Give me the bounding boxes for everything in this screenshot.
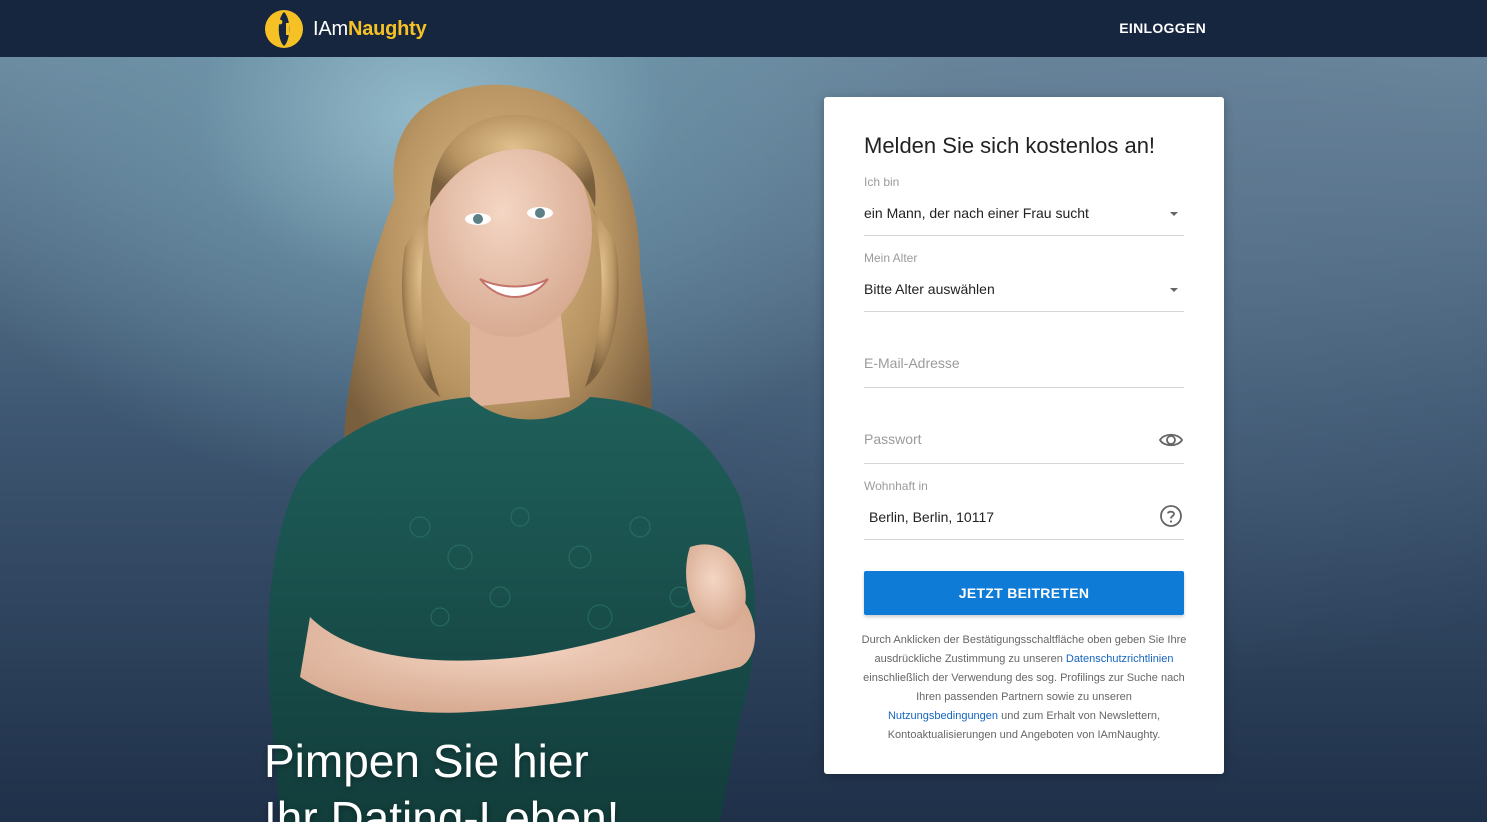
signup-title: Melden Sie sich kostenlos an!	[864, 133, 1156, 158]
hero-photo	[268, 84, 755, 822]
privacy-policy-link[interactable]: Datenschutzrichtlinien	[1066, 653, 1174, 665]
legal-text-2: einschließlich der Verwendung des sog. P…	[863, 672, 1185, 703]
password-placeholder[interactable]: Passwort	[864, 431, 922, 447]
help-circle-icon[interactable]	[1158, 503, 1184, 529]
age-value[interactable]: Bitte Alter auswählen	[864, 281, 995, 297]
gender-label: Ich bin	[864, 175, 900, 189]
eye-icon[interactable]	[1158, 427, 1184, 453]
join-button[interactable]: JETZT BEITRETEN	[864, 571, 1184, 615]
legal-text: Durch Anklicken der Bestätigungsschaltfl…	[860, 631, 1188, 745]
logo[interactable]: IAmNaughty	[263, 8, 427, 50]
terms-link[interactable]: Nutzungsbedingungen	[888, 710, 998, 722]
location-value[interactable]: Berlin, Berlin, 10117	[869, 509, 994, 525]
hero-section: Pimpen Sie hier Ihr Dating-Leben!	[0, 57, 1487, 822]
hero-headline-line-2: Ihr Dating-Leben!	[264, 792, 620, 822]
password-field[interactable]: Passwort	[864, 403, 1184, 464]
email-placeholder[interactable]: E-Mail-Adresse	[864, 355, 960, 371]
location-label: Wohnhaft in	[864, 479, 928, 493]
chevron-down-icon[interactable]	[1170, 288, 1178, 292]
location-field[interactable]: Wohnhaft in Berlin, Berlin, 10117	[864, 479, 1184, 540]
hero-headline-line-1: Pimpen Sie hier	[264, 735, 589, 787]
gender-value[interactable]: ein Mann, der nach einer Frau sucht	[864, 205, 1089, 221]
logo-wordmark: IAmNaughty	[313, 18, 427, 41]
gender-select[interactable]: Ich bin ein Mann, der nach einer Frau su…	[864, 175, 1184, 236]
logo-icon	[265, 10, 303, 48]
hero-headline: Pimpen Sie hier Ihr Dating-Leben!	[264, 733, 619, 822]
age-select[interactable]: Mein Alter Bitte Alter auswählen	[864, 251, 1184, 312]
age-label: Mein Alter	[864, 251, 918, 265]
top-bar: IAmNaughty EINLOGGEN	[0, 0, 1487, 57]
logo-text-plain: IAm	[313, 17, 348, 40]
login-link[interactable]: EINLOGGEN	[1119, 20, 1206, 36]
email-field[interactable]: E-Mail-Adresse	[864, 327, 1184, 388]
logo-text-accent: Naughty	[347, 17, 427, 40]
chevron-down-icon[interactable]	[1170, 212, 1178, 216]
signup-card: Melden Sie sich kostenlos an! Ich bin ei…	[824, 97, 1224, 774]
